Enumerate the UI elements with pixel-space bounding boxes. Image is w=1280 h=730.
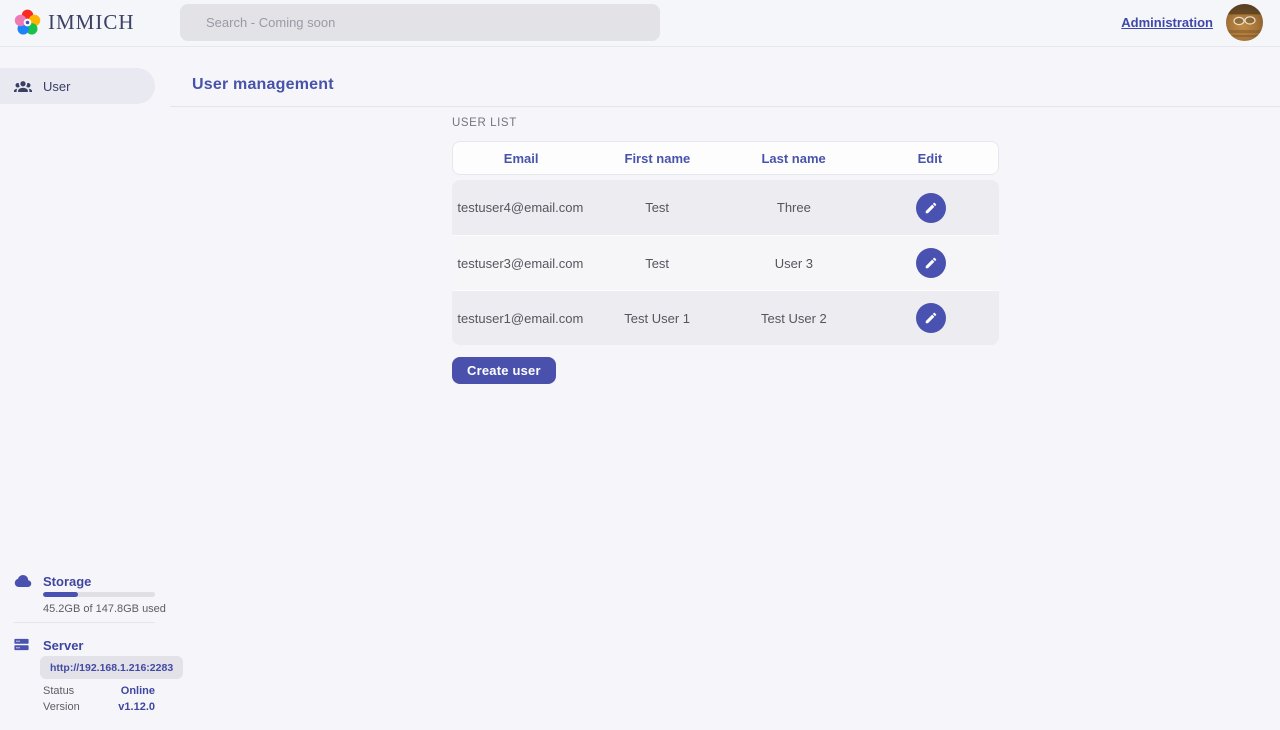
user-avatar[interactable] bbox=[1226, 4, 1263, 41]
pencil-icon bbox=[924, 201, 938, 215]
brand[interactable]: IMMICH bbox=[14, 9, 135, 36]
user-list-label: USER LIST bbox=[452, 117, 517, 129]
edit-user-button[interactable] bbox=[916, 248, 946, 278]
column-header-edit: Edit bbox=[862, 151, 998, 166]
cell-email: testuser1@email.com bbox=[452, 311, 589, 326]
cell-first-name: Test bbox=[589, 200, 726, 215]
version-label: Version bbox=[43, 701, 80, 713]
cell-first-name: Test User 1 bbox=[589, 311, 726, 326]
cell-edit bbox=[862, 193, 999, 223]
edit-user-button[interactable] bbox=[916, 303, 946, 333]
column-header-first-name: First name bbox=[589, 151, 725, 166]
create-user-button[interactable]: Create user bbox=[452, 357, 556, 384]
cell-edit bbox=[862, 248, 999, 278]
user-table-body: testuser4@email.com Test Three testuser3… bbox=[452, 180, 999, 345]
cloud-icon bbox=[12, 572, 34, 590]
title-divider bbox=[170, 106, 1280, 107]
immich-logo-icon bbox=[14, 9, 41, 36]
cell-email: testuser4@email.com bbox=[452, 200, 589, 215]
storage-progress-bar bbox=[43, 592, 155, 597]
status-value: Online bbox=[121, 685, 155, 697]
administration-link[interactable]: Administration bbox=[1121, 15, 1213, 30]
storage-title: Storage bbox=[43, 574, 91, 589]
server-url-chip: http://192.168.1.216:2283 bbox=[40, 656, 183, 679]
top-navbar: IMMICH Administration bbox=[0, 0, 1280, 47]
footer-divider bbox=[14, 622, 155, 623]
storage-progress-fill bbox=[43, 592, 78, 597]
status-label: Status bbox=[43, 685, 74, 697]
user-table-header: Email First name Last name Edit bbox=[452, 141, 999, 175]
server-icon bbox=[13, 636, 30, 653]
cell-last-name: Test User 2 bbox=[726, 311, 863, 326]
pencil-icon bbox=[924, 256, 938, 270]
sidebar-item-label: User bbox=[43, 79, 70, 94]
server-title: Server bbox=[43, 638, 83, 653]
table-row: testuser4@email.com Test Three bbox=[452, 180, 999, 235]
immich-admin-app: IMMICH Administration User User man bbox=[0, 0, 1280, 730]
search-input[interactable] bbox=[180, 4, 660, 41]
table-row: testuser1@email.com Test User 1 Test Use… bbox=[452, 290, 999, 345]
cell-last-name: User 3 bbox=[726, 256, 863, 271]
page-title: User management bbox=[192, 76, 334, 94]
column-header-last-name: Last name bbox=[726, 151, 862, 166]
table-row: testuser3@email.com Test User 3 bbox=[452, 235, 999, 290]
avatar-photo bbox=[1226, 4, 1263, 41]
server-status-row: Status Online bbox=[43, 684, 155, 697]
cell-last-name: Three bbox=[726, 200, 863, 215]
pencil-icon bbox=[924, 311, 938, 325]
users-icon bbox=[14, 77, 32, 95]
cell-email: testuser3@email.com bbox=[452, 256, 589, 271]
brand-name: IMMICH bbox=[48, 10, 135, 35]
storage-usage-text: 45.2GB of 147.8GB used bbox=[43, 603, 166, 615]
server-version-row: Version v1.12.0 bbox=[43, 700, 155, 713]
sidebar-item-user[interactable]: User bbox=[0, 68, 155, 104]
cell-edit bbox=[862, 303, 999, 333]
cell-first-name: Test bbox=[589, 256, 726, 271]
column-header-email: Email bbox=[453, 151, 589, 166]
version-value: v1.12.0 bbox=[118, 701, 155, 713]
edit-user-button[interactable] bbox=[916, 193, 946, 223]
